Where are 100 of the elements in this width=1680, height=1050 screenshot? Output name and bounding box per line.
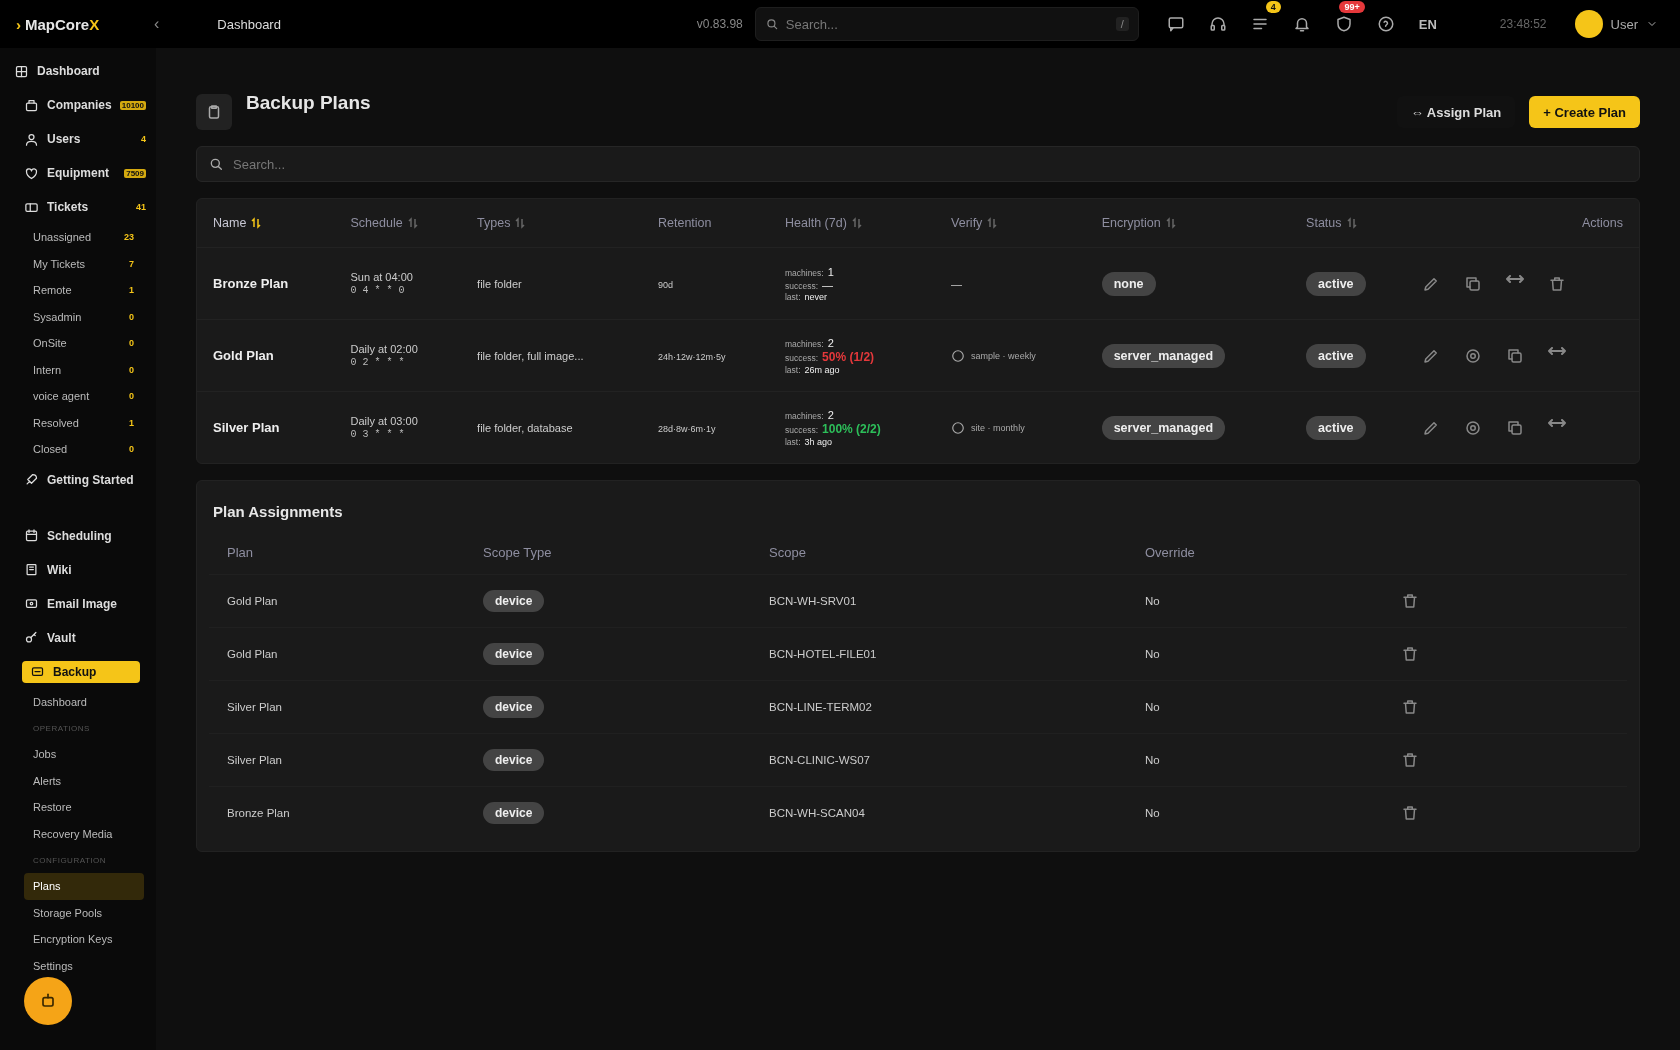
column-header[interactable]: Encryption [1101, 216, 1176, 230]
count-label: 7 [129, 258, 134, 269]
plan-name: Silver Plan [227, 754, 282, 766]
nav-subitem[interactable]: Plans [24, 873, 144, 900]
nav-item[interactable]: Tickets 41 [0, 190, 152, 224]
column-header[interactable]: Verify [951, 216, 998, 230]
last-run: 3h ago [804, 436, 833, 447]
search-icon [764, 17, 779, 31]
override-text: No [1145, 648, 1160, 660]
nav-subitem[interactable]: Remote 1 [0, 277, 144, 304]
plan-name: Silver Plan [213, 420, 280, 435]
count-label: 0 [129, 338, 134, 349]
status-tag: active [1306, 415, 1366, 440]
copy-button[interactable] [1463, 274, 1482, 293]
machines-count: 1 [827, 265, 834, 278]
scope-text: BCN-WH-SCAN04 [769, 807, 865, 819]
nav-subitem[interactable]: Restore [0, 794, 144, 821]
nav-subitem[interactable]: Settings [0, 952, 144, 979]
count-label: 0 [129, 444, 134, 455]
delete-icon [1401, 592, 1419, 610]
count-label: 0 [129, 364, 134, 375]
nav-item[interactable]: Backup [22, 660, 140, 683]
copy-icon [1463, 274, 1482, 293]
clock: 23:48:52 [1499, 17, 1547, 31]
create-button[interactable]: + Create Plan [1529, 96, 1640, 128]
health-label: last: [784, 291, 801, 302]
nav-subitem[interactable]: Encryption Keys [0, 926, 144, 953]
gear-button[interactable] [1463, 346, 1482, 365]
copy-button[interactable] [1505, 418, 1524, 437]
delete-button[interactable] [1401, 592, 1419, 610]
override-text: No [1145, 807, 1160, 819]
override-text: No [1145, 595, 1160, 607]
nav-item[interactable]: Wiki [0, 552, 152, 587]
delete-icon [1547, 274, 1566, 293]
plan-name: Gold Plan [227, 648, 278, 660]
nav-subitem[interactable]: Jobs [0, 741, 144, 768]
nav-subitem[interactable]: Closed 0 [0, 436, 144, 463]
delete-button[interactable] [1401, 804, 1419, 822]
plan-name: Bronze Plan [227, 807, 290, 819]
settings-icon [1463, 346, 1482, 365]
retention-text: 90d [658, 279, 673, 290]
plan-name: Bronze Plan [213, 276, 289, 291]
count-label: 0 [129, 311, 134, 322]
nav-item[interactable]: Dashboard [0, 54, 152, 88]
delete-button[interactable] [1401, 698, 1419, 716]
delete-button[interactable] [1547, 274, 1566, 293]
health-label: machines: [784, 267, 824, 278]
nav-subitem[interactable]: Intern 0 [0, 356, 144, 383]
nav-subitem[interactable]: Resolved 1 [0, 409, 144, 436]
nav-item[interactable]: Email Image [0, 586, 152, 621]
column-header[interactable]: Status [1306, 216, 1357, 230]
nav-subitem[interactable]: My Tickets 7 [0, 250, 144, 277]
column-header[interactable]: Schedule [350, 216, 418, 230]
verify-text: sample · weekly [971, 350, 1036, 361]
calendar-icon [24, 528, 39, 543]
scope-type-tag: device [483, 590, 545, 612]
column-header: Scope [769, 544, 806, 560]
column-header[interactable]: Name [213, 216, 262, 230]
nav-item[interactable]: Equipment 7509 [0, 156, 152, 190]
nav-item[interactable]: Scheduling [0, 518, 152, 553]
nav-item[interactable]: Companies 10100 [0, 88, 152, 122]
encryption-tag: server_managed [1101, 415, 1226, 440]
shield-icon [1334, 15, 1353, 33]
language-button[interactable]: EN [1412, 15, 1443, 33]
version-label: v0.83.98 [696, 17, 743, 31]
plan-name: Silver Plan [227, 701, 282, 713]
health-label: success: [784, 352, 819, 363]
search-field[interactable]: Search... [196, 146, 1640, 182]
nav-subitem[interactable]: voice agent 0 [0, 383, 144, 410]
nav-item[interactable]: Vault [0, 620, 152, 655]
gear-button[interactable] [1463, 418, 1482, 437]
column-header[interactable]: Health (7d) [784, 216, 862, 230]
headset-icon [1208, 15, 1227, 33]
nav-subitem[interactable]: Unassigned 23 [0, 224, 144, 251]
user-menu[interactable]: User [1568, 9, 1664, 39]
verify-text: — [951, 277, 963, 290]
nav-subitem[interactable]: Storage Pools [0, 899, 144, 926]
plan-name: Gold Plan [213, 348, 274, 363]
nav-subitem[interactable]: Sysadmin 0 [0, 303, 144, 330]
collapse-button[interactable]: ‹ [148, 15, 166, 33]
column-header[interactable]: Types [477, 216, 526, 230]
health-label: last: [784, 364, 801, 375]
nav-item[interactable]: Getting Started [0, 462, 152, 497]
delete-button[interactable] [1401, 751, 1419, 769]
encryption-tag: server_managed [1101, 343, 1226, 368]
schedule-text: Daily at 02:00 [350, 343, 419, 355]
nav-item[interactable]: Users 4 [0, 122, 152, 156]
section-label: CONFIGURATION [32, 854, 107, 867]
nav-subitem[interactable]: Recovery Media [0, 820, 144, 847]
nav-subitem[interactable]: Dashboard [0, 688, 144, 715]
status-tag: active [1306, 271, 1366, 296]
page-title: Backup Plans [246, 92, 372, 114]
delete-button[interactable] [1401, 645, 1419, 663]
nav-subitem[interactable]: Alerts [0, 767, 144, 794]
count-badge: 10100 [119, 100, 146, 110]
machines-count: 2 [827, 408, 834, 421]
copy-button[interactable] [1505, 346, 1524, 365]
nav-subitem[interactable]: OnSite 0 [0, 330, 144, 357]
logo-accent: X [89, 15, 100, 33]
column-header: Scope Type [483, 544, 552, 560]
